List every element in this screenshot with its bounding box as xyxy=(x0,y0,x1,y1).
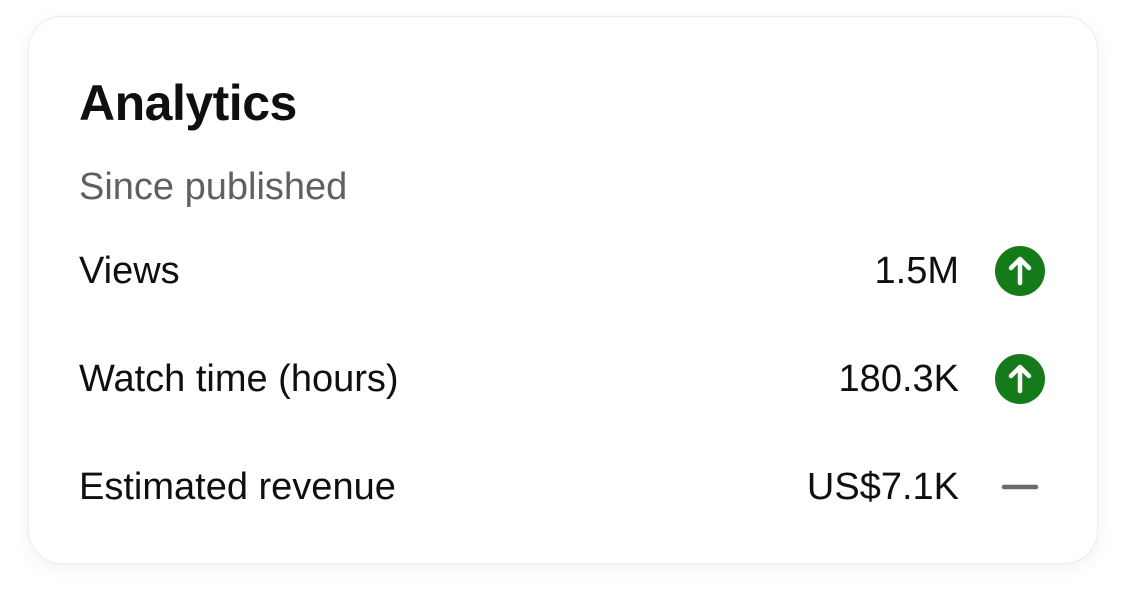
metric-label: Estimated revenue xyxy=(79,465,396,508)
card-subtitle: Since published xyxy=(79,166,348,208)
metric-row-watch-time: Watch time (hours) 180.3K xyxy=(79,349,1045,409)
analytics-card: Analytics Since published Views 1.5M Wat… xyxy=(28,16,1098,564)
metric-value: 1.5M xyxy=(874,249,959,292)
arrow-up-circle-icon xyxy=(995,246,1045,296)
arrow-up-circle-icon xyxy=(995,354,1045,404)
metric-value: US$7.1K xyxy=(806,465,959,508)
card-title: Analytics xyxy=(79,75,297,131)
dash-icon xyxy=(995,462,1045,512)
metric-row-estimated-revenue: Estimated revenue US$7.1K xyxy=(79,457,1045,517)
metric-label: Watch time (hours) xyxy=(79,357,399,400)
metric-value: 180.3K xyxy=(838,357,959,400)
metric-label: Views xyxy=(79,249,180,292)
metric-row-views: Views 1.5M xyxy=(79,241,1045,301)
